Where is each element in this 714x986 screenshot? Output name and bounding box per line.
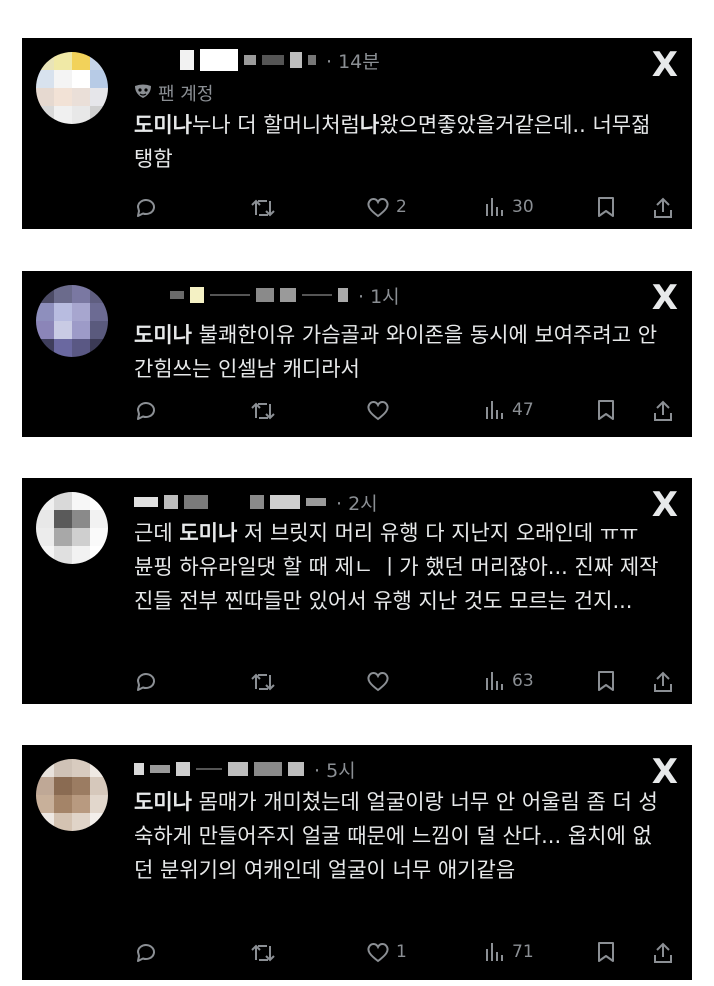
action-bar: 63 [134,670,674,698]
repost-icon [251,199,275,217]
heart-icon [367,672,389,692]
reply-button[interactable] [134,196,158,220]
bookmark-button[interactable] [596,670,616,692]
like-button[interactable] [366,670,396,692]
reply-button[interactable] [134,399,158,423]
comment-card: · 2시 X 근데 도미나 저 브릿지 머리 유행 다 지난지 오래인데 ㅠㅠ … [22,478,692,704]
share-button[interactable] [652,941,674,965]
share-icon [654,942,672,963]
fan-account-label: 팬 계정 [134,80,213,106]
like-button[interactable] [366,399,396,421]
bookmark-button[interactable] [596,399,616,421]
timestamp: · 14분 [326,50,380,73]
views-button[interactable]: 71 [484,941,534,963]
avatar[interactable] [36,759,108,831]
fan-label: 팬 계정 [158,84,214,105]
heart-icon [367,943,389,963]
repost-icon [251,402,275,420]
timestamp: · 1시 [358,285,400,308]
bookmark-button[interactable] [596,941,616,963]
share-icon [654,671,672,692]
bookmark-icon [598,671,614,691]
repost-button[interactable] [250,399,276,423]
share-button[interactable] [652,399,674,423]
avatar[interactable] [36,52,108,124]
comment-text: 도미나누나 더 할머니처럼나왔으면좋았을거같은데.. 너무젊탱함 [134,113,651,171]
bookmark-icon [598,197,614,217]
action-bar: 1 71 [134,941,674,969]
author-line[interactable]: · 2시 [134,488,602,516]
views-icon [486,672,503,690]
heart-icon [367,401,389,421]
view-count: 30 [512,197,534,217]
view-count: 47 [512,400,534,420]
views-button[interactable]: 63 [484,670,534,692]
share-button[interactable] [652,670,674,694]
comment-text: 도미나 몸매가 개미쳤는데 얼굴이랑 너무 안 어울림 좀 더 성숙하게 만들어… [134,790,658,882]
views-icon [486,401,503,419]
views-button[interactable]: 30 [484,196,534,218]
author-line[interactable]: · 14분 [134,46,602,74]
repost-button[interactable] [250,196,276,220]
like-button[interactable]: 2 [366,196,407,218]
timestamp: · 2시 [336,492,378,515]
repost-icon [251,673,275,691]
x-logo-icon[interactable]: X [652,281,678,315]
x-logo-icon[interactable]: X [652,755,678,789]
author-line[interactable]: · 5시 [134,755,602,783]
share-button[interactable] [652,196,674,220]
comment-card: · 1시 X 도미나 불쾌한이유 가슴골과 와이존을 동시에 보여주려고 안간힘… [22,271,692,437]
x-logo-icon[interactable]: X [652,48,678,82]
action-bar: 2 30 [134,196,674,224]
like-button[interactable]: 1 [366,941,407,963]
repost-button[interactable] [250,941,276,965]
repost-icon [251,944,275,962]
reply-icon [137,944,155,962]
bookmark-icon [598,942,614,962]
author-line[interactable]: · 1시 [134,281,602,309]
views-icon [486,943,503,961]
comment-card: · 14분 X 팬 계정 도미나누나 더 할머니처럼나왔으면좋았을거같은데.. … [22,38,692,229]
views-icon [486,198,503,216]
timestamp: · 5시 [314,759,356,782]
reply-icon [137,673,155,691]
view-count: 63 [512,671,534,691]
avatar[interactable] [36,492,108,564]
reply-icon [137,199,155,217]
mask-icon [134,83,152,103]
repost-button[interactable] [250,670,276,694]
heart-icon [367,198,389,218]
comment-card: · 5시 X 도미나 몸매가 개미쳤는데 얼굴이랑 너무 안 어울림 좀 더 성… [22,745,692,980]
comment-text: 도미나 불쾌한이유 가슴골과 와이존을 동시에 보여주려고 안간힘쓰는 인셀남 … [134,323,658,381]
like-count: 2 [396,197,407,217]
comment-text: 근데 도미나 저 브릿지 머리 유행 다 지난지 오래인데 ㅠㅠ 뷴핑 하유라일… [134,521,659,613]
view-count: 71 [512,942,534,962]
reply-button[interactable] [134,670,158,694]
share-icon [654,197,672,218]
like-count: 1 [396,942,407,962]
action-bar: 47 [134,399,674,427]
reply-button[interactable] [134,941,158,965]
share-icon [654,400,672,421]
views-button[interactable]: 47 [484,399,534,421]
reply-icon [137,402,155,420]
bookmark-icon [598,400,614,420]
bookmark-button[interactable] [596,196,616,218]
avatar[interactable] [36,285,108,357]
